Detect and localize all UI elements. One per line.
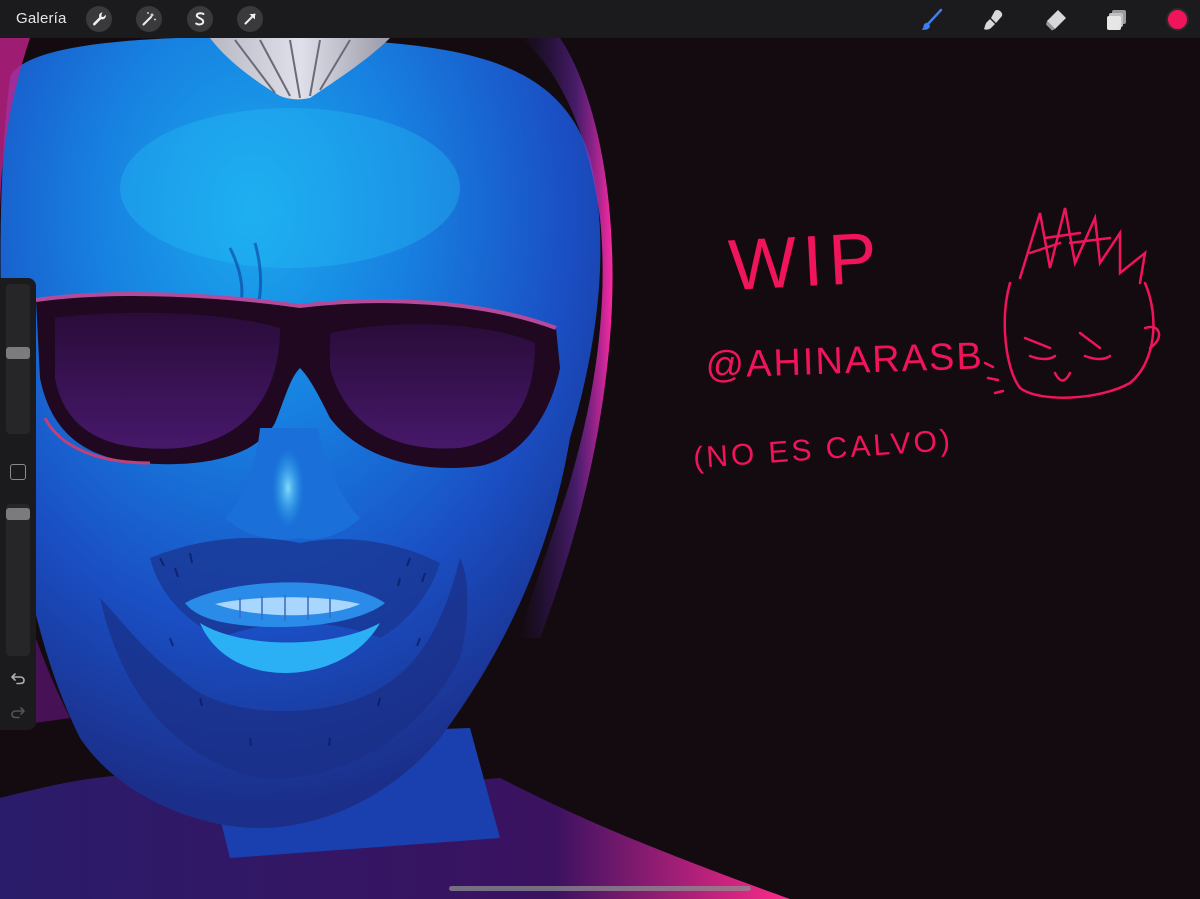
selection-button[interactable] — [187, 6, 213, 32]
brush-size-slider[interactable] — [6, 284, 30, 434]
brush-icon — [921, 8, 943, 30]
opacity-slider-thumb[interactable] — [6, 508, 30, 520]
modify-button[interactable] — [10, 464, 26, 480]
drawing-canvas[interactable]: WIP @AHINARASB (NO ES CALVO) — [0, 38, 1200, 899]
left-sidebar — [0, 278, 36, 730]
smudge-icon — [984, 10, 1003, 30]
eraser-tool-button[interactable] — [1043, 7, 1069, 33]
home-indicator[interactable] — [449, 886, 751, 891]
arrow-cursor-icon — [244, 13, 256, 25]
actions-button[interactable] — [86, 6, 112, 32]
redo-icon — [11, 707, 25, 719]
brush-size-slider-thumb[interactable] — [6, 347, 30, 359]
layers-button[interactable] — [1104, 7, 1130, 33]
undo-button[interactable] — [8, 668, 28, 688]
transform-button[interactable] — [237, 6, 263, 32]
annotation-wip: WIP — [727, 218, 885, 306]
adjustments-button[interactable] — [136, 6, 162, 32]
selection-icon — [195, 12, 205, 26]
opacity-slider[interactable] — [6, 504, 30, 656]
wrench-icon — [92, 12, 106, 26]
eraser-icon — [1046, 10, 1066, 31]
magic-wand-icon — [142, 12, 156, 26]
top-toolbar: Galería — [0, 0, 1200, 38]
paint-tool-button[interactable] — [919, 7, 945, 33]
smudge-tool-button[interactable] — [981, 7, 1007, 33]
gallery-button[interactable]: Galería — [16, 9, 67, 29]
layers-icon — [1107, 10, 1126, 30]
procreate-app: WIP @AHINARASB (NO ES CALVO) Galería — [0, 0, 1200, 899]
undo-icon — [11, 673, 25, 685]
redo-button[interactable] — [8, 702, 28, 722]
color-picker-button[interactable] — [1166, 8, 1189, 31]
